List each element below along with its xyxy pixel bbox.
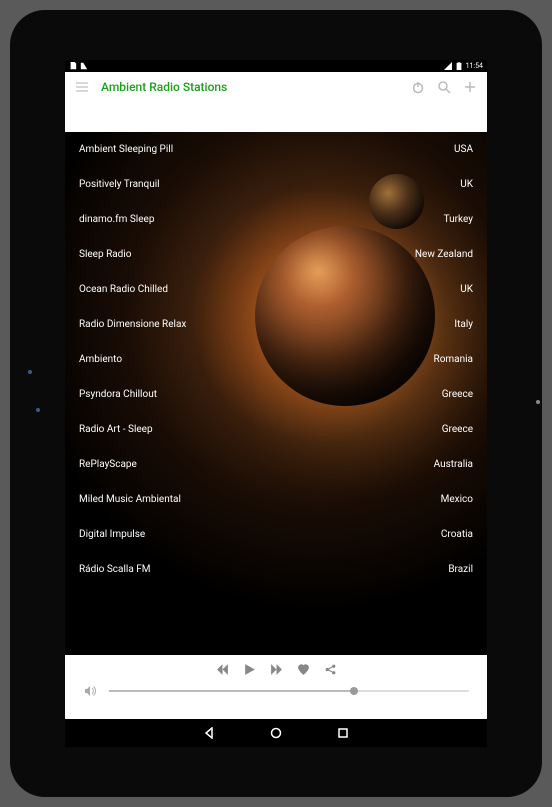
- station-list[interactable]: Ambient Sleeping Pill USA Positively Tranq…: [65, 132, 487, 655]
- station-name: Ambiento: [79, 354, 122, 365]
- app-header: Ambient Radio Stations: [65, 72, 487, 132]
- station-row[interactable]: Miled Music Ambiental Mexico: [65, 482, 487, 517]
- station-name: RePlayScape: [79, 459, 137, 470]
- signal-icon: [444, 62, 452, 70]
- share-icon[interactable]: [324, 663, 337, 676]
- page-title: Ambient Radio Stations: [101, 80, 399, 94]
- station-country: UK: [460, 284, 473, 295]
- station-row[interactable]: Rádio Scalla FM Brazil: [65, 552, 487, 587]
- android-statusbar: 11:54: [65, 60, 487, 72]
- station-name: Radio Art - Sleep: [79, 424, 153, 435]
- battery-icon: [455, 62, 463, 70]
- station-row[interactable]: Ocean Radio Chilled UK: [65, 272, 487, 307]
- statusbar-time: 11:54: [466, 62, 483, 70]
- station-country: USA: [454, 144, 473, 155]
- hamburger-menu-icon[interactable]: [75, 80, 89, 94]
- notification-icon: [80, 62, 88, 70]
- favorite-icon[interactable]: [297, 663, 310, 676]
- add-icon[interactable]: [463, 80, 477, 94]
- station-name: dinamo.fm Sleep: [79, 214, 154, 225]
- power-icon[interactable]: [411, 80, 425, 94]
- station-country: Mexico: [441, 494, 473, 505]
- station-row[interactable]: Digital Impulse Croatia: [65, 517, 487, 552]
- station-row[interactable]: Radio Dimensione Relax Italy: [65, 307, 487, 342]
- player-bar: [65, 655, 487, 719]
- station-country: Brazil: [448, 564, 473, 575]
- recent-apps-icon[interactable]: [337, 727, 349, 739]
- station-name: Digital Impulse: [79, 529, 145, 540]
- android-navbar: [65, 719, 487, 747]
- station-country: Greece: [442, 389, 473, 400]
- sd-card-icon: [69, 62, 77, 70]
- device-led: [36, 408, 40, 412]
- home-icon[interactable]: [270, 727, 282, 739]
- station-country: Greece: [442, 424, 473, 435]
- station-name: Sleep Radio: [79, 249, 131, 260]
- next-icon[interactable]: [270, 663, 283, 676]
- station-row[interactable]: RePlayScape Australia: [65, 447, 487, 482]
- station-row[interactable]: Positively Tranquil UK: [65, 167, 487, 202]
- device-led: [28, 370, 32, 374]
- station-name: Rádio Scalla FM: [79, 564, 151, 575]
- station-name: Miled Music Ambiental: [79, 494, 181, 505]
- station-name: Positively Tranquil: [79, 179, 160, 190]
- station-country: New Zealand: [415, 249, 473, 260]
- station-row[interactable]: Ambiento Romania: [65, 342, 487, 377]
- search-icon[interactable]: [437, 80, 451, 94]
- station-name: Radio Dimensione Relax: [79, 319, 186, 330]
- station-country: Romania: [434, 354, 473, 365]
- station-country: Australia: [434, 459, 473, 470]
- station-row[interactable]: dinamo.fm Sleep Turkey: [65, 202, 487, 237]
- previous-icon[interactable]: [216, 663, 229, 676]
- back-icon[interactable]: [203, 727, 215, 739]
- station-row[interactable]: Sleep Radio New Zealand: [65, 237, 487, 272]
- station-name: Psyndora Chillout: [79, 389, 157, 400]
- station-country: Croatia: [441, 529, 473, 540]
- volume-slider[interactable]: [109, 690, 469, 692]
- play-icon[interactable]: [243, 663, 256, 676]
- station-row[interactable]: Ambient Sleeping Pill USA: [65, 132, 487, 167]
- station-row[interactable]: Radio Art - Sleep Greece: [65, 412, 487, 447]
- station-name: Ambient Sleeping Pill: [79, 144, 173, 155]
- station-name: Ocean Radio Chilled: [79, 284, 168, 295]
- station-country: Turkey: [444, 214, 473, 225]
- device-led: [536, 400, 540, 404]
- station-country: UK: [460, 179, 473, 190]
- station-row[interactable]: Psyndora Chillout Greece: [65, 377, 487, 412]
- station-country: Italy: [454, 319, 473, 330]
- volume-icon[interactable]: [83, 684, 97, 698]
